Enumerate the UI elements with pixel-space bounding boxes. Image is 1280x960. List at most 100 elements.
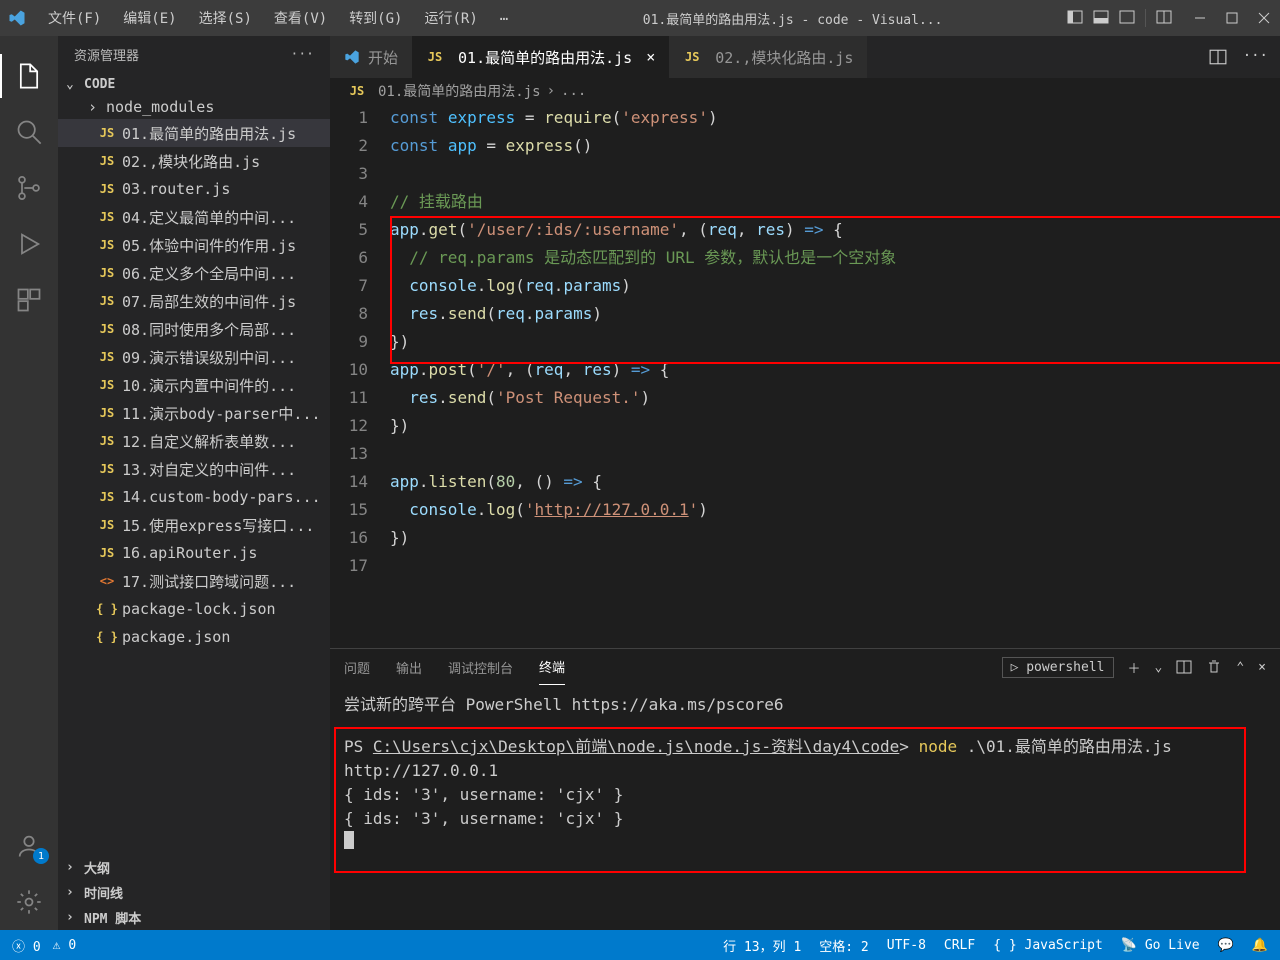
menu-item[interactable]: 运行(R): [414, 4, 487, 32]
chevron-down-icon: ⌄: [66, 77, 80, 92]
js-icon: JS: [98, 378, 116, 392]
line-numbers: 1234567891011121314151617: [330, 104, 390, 648]
chevron-right-icon: ›: [88, 98, 102, 116]
workspace-root[interactable]: ⌄ CODE: [58, 74, 330, 95]
split-editor-icon[interactable]: [1209, 48, 1227, 66]
file-item[interactable]: JS02.,模块化路由.js: [58, 147, 330, 175]
terminal-tab[interactable]: 输出: [396, 650, 422, 685]
account-badge: 1: [33, 848, 49, 864]
file-item[interactable]: JS01.最简单的路由用法.js: [58, 119, 330, 147]
js-icon: JS: [98, 518, 116, 532]
search-icon[interactable]: [15, 118, 43, 146]
panel-left-icon[interactable]: [1067, 9, 1083, 25]
file-item[interactable]: { }package-lock.json: [58, 595, 330, 623]
minimize-icon[interactable]: [1192, 10, 1208, 26]
panel-bottom-icon[interactable]: [1093, 9, 1109, 25]
terminal-tabs: 问题输出调试控制台终端 ▷ powershell ＋ ⌄ ⌃ ×: [330, 649, 1280, 685]
js-icon: JS: [98, 182, 116, 196]
file-item[interactable]: JS03.router.js: [58, 175, 330, 203]
terminal-tab[interactable]: 调试控制台: [448, 650, 513, 685]
layout-controls: [1067, 9, 1172, 27]
maximize-icon[interactable]: [1224, 10, 1240, 26]
vscode-small-icon: [344, 49, 360, 65]
file-item[interactable]: JS12.自定义解析表单数...: [58, 427, 330, 455]
settings-icon[interactable]: [15, 888, 43, 916]
trash-icon[interactable]: [1206, 659, 1222, 675]
file-item[interactable]: JS15.使用express写接口...: [58, 511, 330, 539]
terminal-tab[interactable]: 问题: [344, 650, 370, 685]
js-icon: JS: [98, 238, 116, 252]
file-item[interactable]: <> 17.测试接口跨域问题...: [58, 567, 330, 595]
source-control-icon[interactable]: [15, 174, 43, 202]
warnings-count[interactable]: ⚠ 0: [53, 938, 76, 953]
js-icon: JS: [348, 84, 366, 98]
extensions-icon[interactable]: [15, 286, 43, 314]
terminal-tab[interactable]: 终端: [539, 649, 565, 685]
folder-node-modules[interactable]: › node_modules: [58, 95, 330, 119]
file-item[interactable]: { }package.json: [58, 623, 330, 651]
eol[interactable]: CRLF: [944, 938, 975, 953]
code-editor[interactable]: 1234567891011121314151617 const express …: [330, 104, 1280, 648]
new-terminal-icon[interactable]: ＋: [1128, 658, 1141, 677]
tab-file2[interactable]: JS 02.,模块化路由.js: [669, 36, 867, 78]
menu-item[interactable]: 编辑(E): [113, 4, 186, 32]
js-icon: JS: [98, 462, 116, 476]
file-item[interactable]: JS13.对自定义的中间件...: [58, 455, 330, 483]
file-item[interactable]: JS10.演示内置中间件的...: [58, 371, 330, 399]
titlebar: 文件(F)编辑(E)选择(S)查看(V)转到(G)运行(R)… 01.最简单的路…: [0, 0, 1280, 36]
js-icon: JS: [98, 126, 116, 140]
outline-section[interactable]: ›大纲: [58, 855, 330, 880]
json-icon: { }: [98, 602, 116, 616]
explorer-icon[interactable]: [15, 62, 43, 90]
close-icon[interactable]: [1256, 10, 1272, 26]
chevron-up-icon[interactable]: ⌃: [1236, 660, 1244, 675]
file-item[interactable]: JS07.局部生效的中间件.js: [58, 287, 330, 315]
sidebar-header: 资源管理器 ···: [58, 36, 330, 72]
split-terminal-icon[interactable]: [1176, 659, 1192, 675]
menu-item[interactable]: 选择(S): [189, 4, 262, 32]
account-icon[interactable]: 1: [15, 832, 43, 860]
layout-icon[interactable]: [1156, 9, 1172, 25]
file-item[interactable]: JS08.同时使用多个局部...: [58, 315, 330, 343]
go-live[interactable]: 📡 Go Live: [1121, 938, 1200, 953]
terminal-shell-picker[interactable]: ▷ powershell: [1002, 657, 1114, 678]
file-item[interactable]: JS06.定义多个全局中间...: [58, 259, 330, 287]
close-panel-icon[interactable]: ×: [1258, 660, 1266, 675]
errors-count[interactable]: ⓧ 0: [12, 936, 41, 955]
feedback-icon[interactable]: 💬: [1218, 938, 1234, 953]
file-item[interactable]: JS05.体验中间件的作用.js: [58, 231, 330, 259]
debug-icon[interactable]: [15, 230, 43, 258]
tab-welcome[interactable]: 开始: [330, 36, 412, 78]
timeline-section[interactable]: ›时间线: [58, 880, 330, 905]
js-icon: JS: [98, 406, 116, 420]
json-icon: { }: [98, 630, 116, 644]
file-item[interactable]: JS09.演示错误级别中间...: [58, 343, 330, 371]
js-icon: JS: [683, 50, 701, 64]
editor-area: 开始 JS 01.最简单的路由用法.js × JS 02.,模块化路由.js ·…: [330, 36, 1280, 930]
menu-item[interactable]: 文件(F): [38, 4, 111, 32]
encoding[interactable]: UTF-8: [887, 938, 926, 953]
menu-item[interactable]: 查看(V): [264, 4, 337, 32]
breadcrumb[interactable]: JS 01.最简单的路由用法.js › ...: [330, 78, 1280, 104]
file-item[interactable]: JS11.演示body-parser中...: [58, 399, 330, 427]
close-tab-icon[interactable]: ×: [646, 48, 655, 66]
file-item[interactable]: JS16.apiRouter.js: [58, 539, 330, 567]
menu-item[interactable]: 转到(G): [339, 4, 412, 32]
tab-active[interactable]: JS 01.最简单的路由用法.js ×: [412, 36, 669, 78]
more-icon[interactable]: ···: [1243, 48, 1268, 66]
file-item[interactable]: JS04.定义最简单的中间...: [58, 203, 330, 231]
cursor-position[interactable]: 行 13，列 1: [723, 936, 801, 955]
file-item[interactable]: JS14.custom-body-pars...: [58, 483, 330, 511]
code-content[interactable]: const express = require('express') const…: [390, 104, 1280, 648]
npm-section[interactable]: ›NPM 脚本: [58, 905, 330, 930]
html-icon: <>: [98, 574, 116, 588]
terminal-body[interactable]: 尝试新的跨平台 PowerShell https://aka.ms/pscore…: [330, 685, 1280, 930]
language-mode[interactable]: { } JavaScript: [993, 938, 1103, 953]
chevron-down-icon[interactable]: ⌄: [1155, 660, 1163, 675]
indentation[interactable]: 空格: 2: [819, 936, 868, 955]
js-icon: JS: [98, 490, 116, 504]
bell-icon[interactable]: 🔔: [1252, 938, 1268, 953]
panel-right-icon[interactable]: [1119, 9, 1135, 25]
more-icon[interactable]: ···: [291, 47, 314, 62]
menu-item[interactable]: …: [490, 4, 518, 32]
